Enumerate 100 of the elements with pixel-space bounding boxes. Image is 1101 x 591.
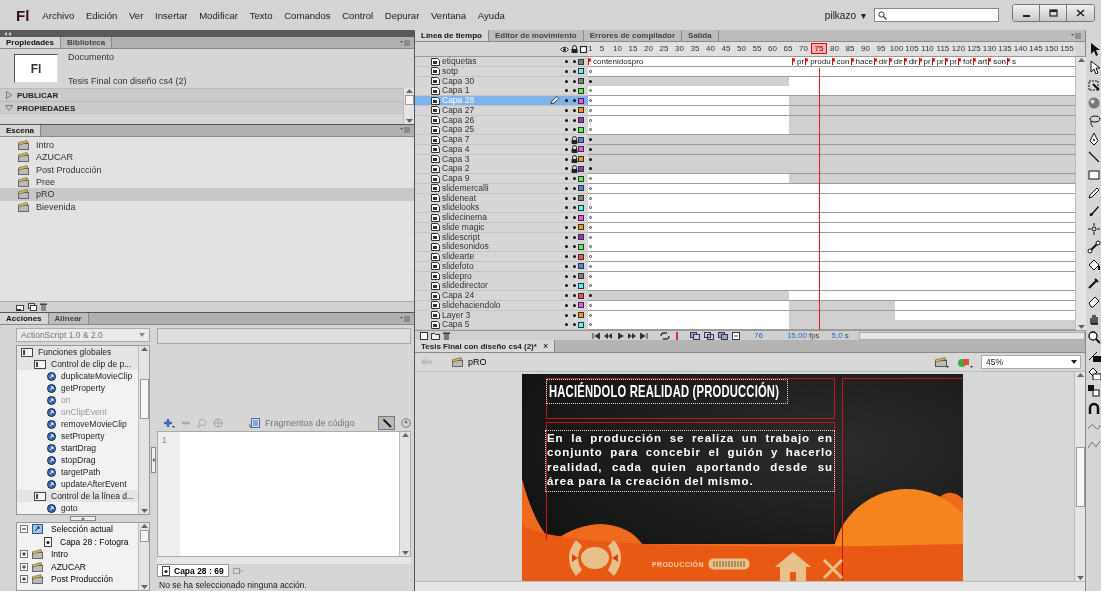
frame-number[interactable]: 40 (702, 43, 719, 54)
panel-tab[interactable]: Alinear (48, 313, 89, 324)
layer-row[interactable]: Capa 25 (415, 125, 588, 136)
frame-number[interactable]: 5 (594, 43, 610, 54)
close-tab-button[interactable]: × (542, 341, 549, 351)
toolbox-item[interactable]: updateAfterEvent (17, 478, 138, 490)
toolbox-item[interactable]: duplicateMovieClip (17, 370, 138, 382)
section-header[interactable]: PUBLICAR (0, 88, 403, 101)
layer-row[interactable]: Capa 9 (415, 174, 588, 184)
scene-item[interactable]: pRO (0, 188, 414, 201)
scene-breadcrumb[interactable]: pRO (446, 356, 493, 368)
frame-number[interactable]: 140 (1012, 43, 1029, 54)
frame-number[interactable]: 85 (842, 43, 858, 54)
menu-item[interactable]: Control (342, 9, 374, 21)
layer-row[interactable]: Capa 1 (415, 86, 588, 97)
menu-item[interactable]: Insertar (155, 9, 188, 21)
menu-item[interactable]: Ventana (430, 9, 467, 21)
menu-item[interactable]: Ayuda (477, 9, 505, 21)
toolbox-item[interactable]: getProperty (17, 382, 138, 394)
navigator-item[interactable]: Intro (17, 548, 138, 561)
toolbox-item[interactable]: removeMovieClip (17, 418, 138, 430)
frame-number[interactable]: 100 (888, 43, 905, 54)
toolbox-item[interactable]: goto (17, 502, 138, 514)
frame-number[interactable]: 135 (997, 43, 1013, 54)
navigator-item[interactable]: AZUCAR (17, 560, 138, 573)
layer-row[interactable]: Capa 5 (415, 320, 588, 331)
frame-number[interactable]: 1 (588, 43, 595, 54)
navigator-item[interactable]: Selección actual (17, 523, 138, 536)
current-frame-field[interactable]: 76 (754, 331, 763, 340)
frame-number[interactable]: 120 (950, 43, 967, 54)
frame-tab[interactable]: Capa 28 : 69 (157, 564, 229, 577)
layer-row[interactable]: slidemercalli (415, 183, 588, 194)
frame-number[interactable]: 15 (625, 43, 641, 54)
language-dropdown[interactable]: ActionScript 1.0 & 2.0 (16, 328, 150, 342)
menu-item[interactable]: Texto (249, 9, 273, 21)
document-tab[interactable]: Tesis Final con diseño cs4 (2)* × (415, 340, 556, 352)
menu-item[interactable]: Ver (129, 9, 144, 21)
layer-row[interactable]: Capa 24 (415, 291, 588, 301)
navigator-item[interactable]: Capa 28 : Fotogra (17, 535, 138, 548)
layer-row[interactable]: slide magic (415, 222, 588, 233)
frame-number[interactable]: 80 (826, 43, 843, 54)
scene-item[interactable]: AZUCAR (0, 151, 414, 164)
frame-number[interactable]: 20 (640, 43, 657, 54)
frame-number[interactable]: 130 (981, 43, 998, 54)
layer-row[interactable]: Capa 2 (415, 164, 588, 175)
layer-row[interactable]: sotp (415, 66, 588, 77)
scene-item[interactable]: Pree (0, 175, 414, 189)
menu-item[interactable]: Depurar (384, 9, 420, 21)
layer-row[interactable]: etiquetas (415, 57, 588, 67)
toolbox-item[interactable]: Control de la línea d... (17, 490, 138, 502)
frame-number[interactable]: 145 (1028, 43, 1044, 54)
layer-row[interactable]: slidefoto (415, 261, 588, 272)
layer-row[interactable]: Capa 4 (415, 144, 588, 155)
frame-number[interactable]: 155 (1059, 43, 1075, 54)
frame-number[interactable]: 10 (609, 43, 626, 54)
frame-number[interactable]: 105 (904, 43, 920, 54)
toolbox-item[interactable]: startDrag (17, 442, 138, 454)
frame-number[interactable]: 45 (718, 43, 734, 54)
menu-item[interactable]: Edición (85, 9, 118, 21)
frame-number[interactable]: 70 (795, 43, 812, 54)
toolbox-item[interactable]: Control de clip de p... (17, 358, 138, 370)
scene-item[interactable]: Post Producción (0, 163, 414, 176)
frame-number[interactable]: 30 (671, 43, 688, 54)
caret-icon[interactable]: ▾ (861, 9, 866, 21)
menu-item[interactable]: Comandos (284, 9, 331, 21)
frame-number[interactable]: 125 (966, 43, 982, 54)
frame-number[interactable]: 50 (733, 43, 750, 54)
frame-number[interactable]: 25 (656, 43, 672, 54)
layer-row[interactable]: slidearte (415, 252, 588, 262)
layer-row[interactable]: slidelooks (415, 203, 588, 214)
elapsed-time-field[interactable]: 5,0 (831, 331, 843, 340)
frame-rate-field[interactable]: 15,00 (786, 331, 807, 340)
user-name[interactable]: pilkazo (824, 9, 856, 21)
layer-row[interactable]: slidehaciendolo (415, 300, 588, 311)
menu-item[interactable]: Archivo (42, 9, 75, 21)
frame-number[interactable]: 115 (935, 43, 951, 54)
zoom-dropdown[interactable]: 45% (981, 355, 1081, 369)
frame-number[interactable]: 90 (857, 43, 874, 54)
layer-row[interactable]: Capa 27 (415, 105, 588, 116)
toolbox-item[interactable]: stopDrag (17, 454, 138, 466)
frame-number[interactable]: 110 (919, 43, 936, 54)
panel-tab[interactable]: Acciones (0, 313, 49, 324)
layer-row[interactable]: Capa 7 (415, 135, 588, 145)
panel-tab[interactable]: Escena (0, 124, 42, 136)
frame-number[interactable]: 75 (811, 43, 827, 54)
scene-item[interactable]: Intro (0, 138, 414, 152)
scene-item[interactable]: Bievenida (0, 200, 414, 213)
frame-number[interactable]: 35 (687, 43, 703, 54)
frame-number[interactable]: 65 (780, 43, 796, 54)
toolbox-item[interactable]: setProperty (17, 430, 138, 442)
frame-number[interactable]: 95 (873, 43, 889, 54)
section-header[interactable]: PROPIEDADES (0, 101, 403, 114)
navigator-item[interactable]: Post Producción (17, 573, 138, 586)
panel-tab[interactable]: Línea de tiempo (415, 30, 489, 41)
panel-tab[interactable]: Biblioteca (61, 37, 113, 48)
panel-tab[interactable]: Propiedades (0, 37, 61, 48)
frame-number[interactable]: 60 (764, 43, 781, 54)
menu-item[interactable]: Modificar (199, 9, 239, 21)
toolbox-item[interactable]: targetPath (17, 466, 138, 478)
frame-number[interactable]: 150 (1043, 43, 1060, 54)
